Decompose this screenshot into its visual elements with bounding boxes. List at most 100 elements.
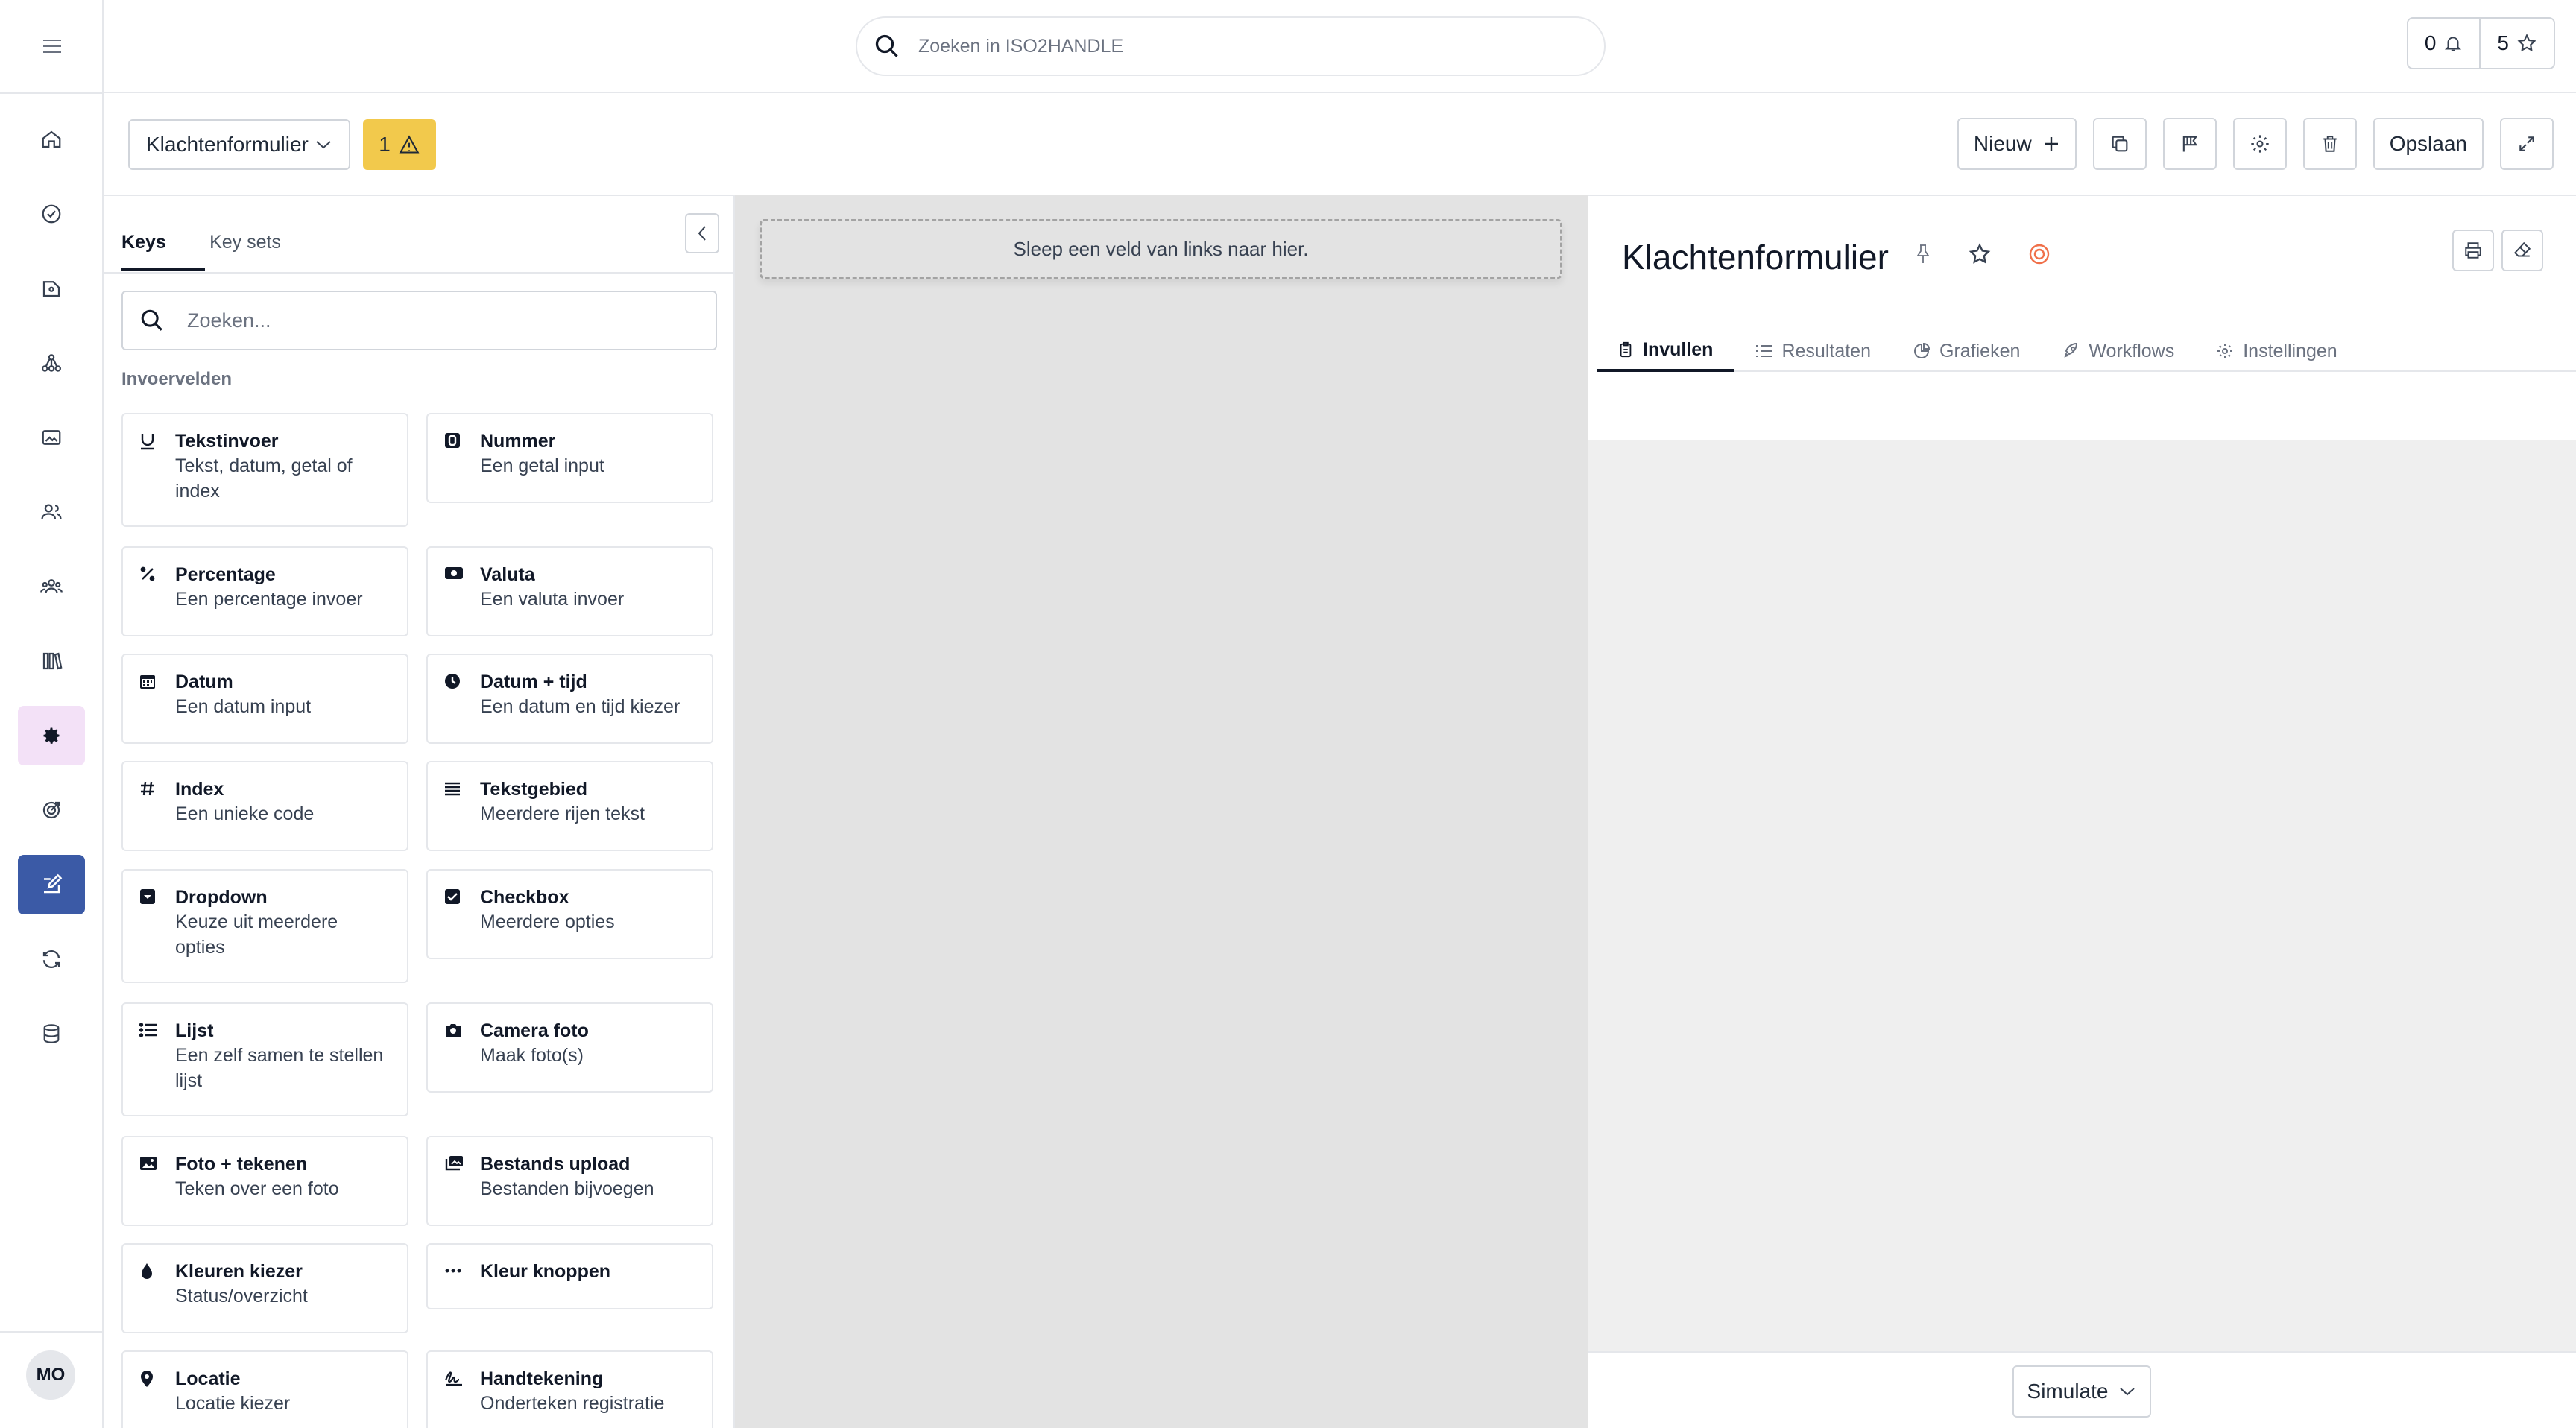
fullscreen-button[interactable] [2500, 118, 2554, 170]
tab-workflows[interactable]: Workflows [2041, 330, 2195, 372]
field-card-valuta[interactable]: Valuta Een valuta invoer [426, 546, 713, 636]
star-icon[interactable] [1968, 242, 1992, 266]
field-title: Kleuren kiezer [175, 1261, 303, 1282]
tab-instellingen[interactable]: Instellingen [2195, 330, 2358, 372]
global-search-input[interactable]: Zoeken in ISO2HANDLE [856, 16, 1606, 76]
topbar: Zoeken in ISO2HANDLE 0 5 [104, 0, 2576, 93]
notifications-button[interactable]: 0 [2408, 19, 2480, 68]
report-button[interactable] [2162, 118, 2217, 170]
sidebar-item-settings[interactable] [18, 706, 85, 765]
files-icon [445, 1156, 463, 1171]
sidebar-item-users[interactable] [18, 482, 85, 542]
field-card-camera-foto[interactable]: Camera foto Maak foto(s) [426, 1002, 713, 1093]
form-settings-button[interactable] [2232, 118, 2287, 170]
toolbar-actions: Nieuw Opslaan [1957, 118, 2554, 170]
delete-button[interactable] [2302, 118, 2357, 170]
field-card-tekstgebied[interactable]: Tekstgebied Meerdere rijen tekst [426, 761, 713, 851]
chevron-down-icon [2120, 1388, 2135, 1396]
tab-grafieken[interactable]: Grafieken [1892, 330, 2041, 372]
sidebar-item-media[interactable] [18, 408, 85, 467]
field-card-lijst[interactable]: Lijst Een zelf samen te stellen lijst [121, 1002, 408, 1116]
form-builder-canvas[interactable]: Sleep een veld van links naar hier. [735, 195, 1588, 1428]
favorites-count: 5 [2497, 31, 2509, 54]
field-card-kleur-knoppen[interactable]: Kleur knoppen [426, 1243, 713, 1309]
tab-label: Workflows [2089, 340, 2175, 361]
sidebar-item-database[interactable] [18, 1004, 85, 1064]
hash-icon [141, 781, 154, 796]
tab-label: Instellingen [2243, 340, 2337, 361]
tab-invullen[interactable]: Invullen [1597, 330, 1734, 372]
field-card-bestands-upload[interactable]: Bestands upload Bestanden bijvoegen [426, 1136, 713, 1226]
field-card-foto-tekenen[interactable]: Foto + tekenen Teken over een foto [121, 1136, 408, 1226]
tab-key-sets[interactable]: Key sets [204, 232, 286, 268]
field-desc: Status/overzicht [175, 1286, 308, 1307]
sidebar-item-teams[interactable] [18, 557, 85, 616]
star-icon [2517, 34, 2536, 52]
section-title: Invoervelden [121, 369, 233, 389]
field-card-dropdown[interactable]: Dropdown Keuze uit meerdere opties [121, 869, 408, 983]
field-card-kleuren-kiezer[interactable]: Kleuren kiezer Status/overzicht [121, 1243, 408, 1333]
sidebar-item-forms[interactable] [18, 855, 85, 914]
sidebar-divider-bottom [0, 1331, 104, 1333]
form-select-value: Klachtenformulier [146, 133, 309, 156]
photo-icon [140, 1157, 157, 1170]
field-title: Nummer [480, 431, 556, 452]
form-select[interactable]: Klachtenformulier [128, 119, 350, 170]
gear-icon [2251, 135, 2269, 153]
search-icon [875, 34, 898, 57]
field-card-percentage[interactable]: Percentage Een percentage invoer [121, 546, 408, 636]
print-button[interactable] [2452, 230, 2494, 271]
field-card-datum-tijd[interactable]: Datum + tijd Een datum en tijd kiezer [426, 654, 713, 744]
sidebar-item-documents[interactable] [18, 259, 85, 318]
copy-button[interactable] [2092, 118, 2147, 170]
field-title: Lijst [175, 1020, 214, 1041]
sidebar-item-library[interactable] [18, 631, 85, 691]
field-card-nummer[interactable]: Nummer Een getal input [426, 413, 713, 503]
sidebar-item-tasks[interactable] [18, 184, 85, 244]
users-icon [41, 504, 62, 520]
field-desc: Een valuta invoer [480, 589, 625, 610]
field-title: Checkbox [480, 887, 569, 908]
dots-icon [445, 1269, 461, 1273]
avatar[interactable]: MO [26, 1350, 75, 1400]
tab-label: Grafieken [1939, 340, 2021, 361]
field-dropzone[interactable]: Sleep een veld van links naar hier. [760, 219, 1562, 279]
pin-icon[interactable] [1914, 244, 1932, 265]
status-target-icon[interactable] [2027, 242, 2051, 266]
sidebar-item-goals[interactable] [18, 780, 85, 840]
gear-icon [2217, 344, 2233, 358]
field-card-index[interactable]: Index Een unieke code [121, 761, 408, 851]
sidebar-item-sync[interactable] [18, 929, 85, 989]
menu-icon[interactable] [37, 31, 67, 61]
field-card-tekstinvoer[interactable]: Tekstinvoer Tekst, datum, getal of index [121, 413, 408, 527]
clear-button[interactable] [2501, 230, 2543, 271]
pie-chart-icon [1914, 342, 1931, 358]
favorites-button[interactable]: 5 [2479, 19, 2554, 68]
collapse-panel-button[interactable] [685, 213, 719, 253]
sidebar-item-home[interactable] [18, 110, 85, 169]
clipboard-icon [1620, 341, 1632, 358]
new-button[interactable]: Nieuw [1957, 118, 2077, 170]
field-title: Valuta [480, 564, 535, 585]
tab-resultaten[interactable]: Resultaten [1734, 330, 1892, 372]
sidebar-item-processes[interactable] [18, 333, 85, 393]
simulate-dropdown[interactable]: Simulate [2012, 1365, 2151, 1418]
form-preview-panel: Klachtenformulier Invullen Resultaten Gr… [1588, 195, 2576, 1428]
field-card-locatie[interactable]: Locatie Locatie kiezer [121, 1350, 408, 1428]
field-desc: Een datum input [175, 696, 312, 717]
copy-icon [2112, 136, 2128, 152]
preview-actions [2452, 230, 2543, 271]
calendar-icon [140, 675, 155, 689]
team-icon [40, 579, 63, 593]
field-search-input[interactable]: Zoeken... [121, 291, 717, 350]
tab-keys[interactable]: Keys [121, 232, 205, 271]
pin-icon [141, 1371, 153, 1387]
field-card-datum[interactable]: Datum Een datum input [121, 654, 408, 744]
save-button[interactable]: Opslaan [2373, 118, 2484, 170]
field-card-checkbox[interactable]: Checkbox Meerdere opties [426, 869, 713, 959]
tab-label: Invullen [1643, 338, 1714, 360]
image-folder-icon [42, 430, 61, 445]
field-card-handtekening[interactable]: Handtekening Onderteken registratie [426, 1350, 713, 1428]
dropdown-icon [140, 889, 155, 904]
warnings-button[interactable]: 1 [363, 119, 436, 170]
